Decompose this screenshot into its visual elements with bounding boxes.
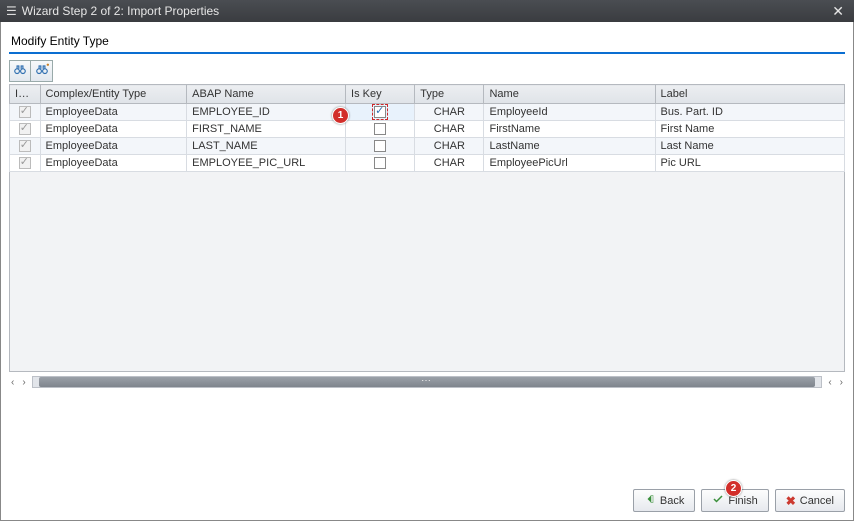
cell-label: Last Name <box>655 138 844 155</box>
is-entity-checkbox <box>19 157 31 169</box>
cell-ise <box>10 104 41 121</box>
cell-name: EmployeeId <box>484 104 655 121</box>
check-icon <box>712 493 724 508</box>
toolbar <box>9 60 845 82</box>
back-icon <box>644 493 656 508</box>
col-header-label[interactable]: Label <box>655 85 844 104</box>
cell-label: Pic URL <box>655 155 844 172</box>
is-key-checkbox[interactable] <box>374 106 386 118</box>
cell-name: LastName <box>484 138 655 155</box>
scroll-right2-icon[interactable]: › <box>838 377 845 388</box>
app-icon: ☰ <box>6 4 17 18</box>
back-button[interactable]: Back <box>633 489 695 512</box>
cell-is-key[interactable] <box>346 104 415 121</box>
cancel-button[interactable]: ✖ Cancel <box>775 489 845 512</box>
cell-entity-type: EmployeeData <box>40 104 187 121</box>
binoculars-icon <box>13 63 27 80</box>
scroll-left2-icon[interactable]: ‹ <box>826 377 833 388</box>
table-wrap: IsE… Complex/Entity Type ABAP Name Is Ke… <box>9 84 845 372</box>
scroll-left-icon[interactable]: ‹ <box>9 377 16 388</box>
footer: Back Finish ✖ Cancel <box>9 481 845 512</box>
cell-abap-name: EMPLOYEE_PIC_URL <box>187 155 346 172</box>
cancel-label: Cancel <box>800 495 834 507</box>
cell-ise <box>10 138 41 155</box>
col-header-abap[interactable]: ABAP Name <box>187 85 346 104</box>
table-header-row: IsE… Complex/Entity Type ABAP Name Is Ke… <box>10 85 845 104</box>
cell-abap-name: EMPLOYEE_ID <box>187 104 346 121</box>
cell-label: First Name <box>655 121 844 138</box>
content-area: Modify Entity Type IsE… Complex/Entity T… <box>0 22 854 521</box>
scrollbar-track[interactable] <box>32 376 823 388</box>
cell-label: Bus. Part. ID <box>655 104 844 121</box>
table-row[interactable]: EmployeeDataEMPLOYEE_ID CHAREmployeeIdBus… <box>10 104 845 121</box>
cell-ise <box>10 155 41 172</box>
horizontal-scroll: ‹ › ‹ › <box>9 376 845 388</box>
titlebar: ☰ Wizard Step 2 of 2: Import Properties … <box>0 0 854 22</box>
find-next-button[interactable] <box>31 60 53 82</box>
cell-ise <box>10 121 41 138</box>
cell-name: FirstName <box>484 121 655 138</box>
is-key-checkbox[interactable] <box>374 123 386 135</box>
cell-dtype: CHAR <box>415 121 484 138</box>
table-row[interactable]: EmployeeDataEMPLOYEE_PIC_URL CHAREmployee… <box>10 155 845 172</box>
find-button[interactable] <box>9 60 31 82</box>
cell-abap-name: FIRST_NAME <box>187 121 346 138</box>
is-entity-checkbox <box>19 106 31 118</box>
scrollbar-thumb[interactable] <box>39 377 816 387</box>
is-key-checkbox[interactable] <box>374 140 386 152</box>
col-header-ise[interactable]: IsE… <box>10 85 41 104</box>
cell-abap-name: LAST_NAME <box>187 138 346 155</box>
cell-entity-type: EmployeeData <box>40 121 187 138</box>
cell-entity-type: EmployeeData <box>40 155 187 172</box>
back-label: Back <box>660 495 684 507</box>
section-heading: Modify Entity Type <box>9 30 845 54</box>
is-key-checkbox[interactable] <box>374 157 386 169</box>
cell-entity-type: EmployeeData <box>40 138 187 155</box>
close-icon[interactable]: ✕ <box>828 3 848 20</box>
finish-button[interactable]: Finish <box>701 489 768 512</box>
cell-dtype: CHAR <box>415 138 484 155</box>
table-empty-area <box>9 172 845 372</box>
col-header-iskey[interactable]: Is Key <box>346 85 415 104</box>
window-title: Wizard Step 2 of 2: Import Properties <box>22 4 829 18</box>
cell-is-key[interactable] <box>346 121 415 138</box>
cancel-icon: ✖ <box>786 494 796 508</box>
col-header-name[interactable]: Name <box>484 85 655 104</box>
cell-is-key[interactable] <box>346 138 415 155</box>
is-entity-checkbox <box>19 140 31 152</box>
finish-label: Finish <box>728 495 757 507</box>
is-entity-checkbox <box>19 123 31 135</box>
table-row[interactable]: EmployeeDataFIRST_NAME CHARFirstNameFirst… <box>10 121 845 138</box>
cell-name: EmployeePicUrl <box>484 155 655 172</box>
cell-is-key[interactable] <box>346 155 415 172</box>
cell-dtype: CHAR <box>415 155 484 172</box>
table-row[interactable]: EmployeeDataLAST_NAME CHARLastNameLast Na… <box>10 138 845 155</box>
col-header-complex[interactable]: Complex/Entity Type <box>40 85 187 104</box>
properties-table: IsE… Complex/Entity Type ABAP Name Is Ke… <box>9 84 845 172</box>
binoculars-plus-icon <box>35 63 49 80</box>
col-header-type[interactable]: Type <box>415 85 484 104</box>
cell-dtype: CHAR <box>415 104 484 121</box>
scroll-right-icon[interactable]: › <box>20 377 27 388</box>
